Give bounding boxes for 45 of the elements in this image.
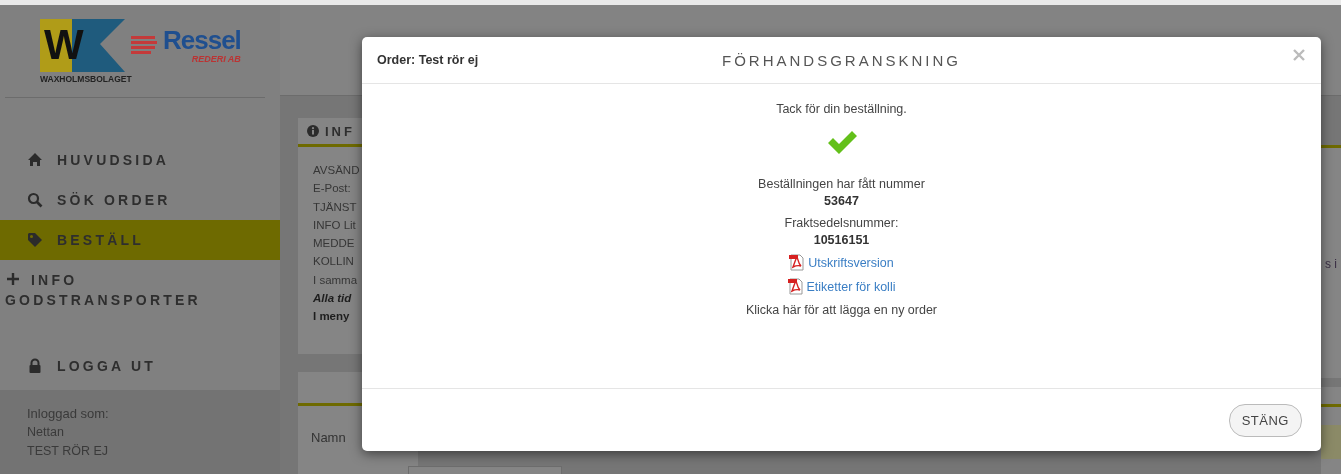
home-icon — [27, 152, 43, 168]
nav-item[interactable]: LOGGA UT — [0, 346, 280, 386]
pdf-link[interactable]: Utskriftsversion — [789, 254, 894, 271]
tag-icon — [27, 232, 43, 248]
user-name: Nettan — [27, 424, 65, 441]
company-name: TEST RÖR EJ — [27, 443, 110, 460]
info-line: TJÄNST — [313, 199, 358, 215]
pdf-icon — [789, 254, 806, 271]
info-line: INFO Lit — [313, 217, 357, 233]
logo-name: Ressel — [163, 26, 241, 54]
field-label: Namn — [310, 429, 347, 445]
order-number: 53647 — [824, 194, 859, 208]
nav-item[interactable]: BESTÄLL — [0, 220, 280, 260]
info-line: I meny — [313, 309, 351, 325]
search-icon — [27, 192, 43, 208]
dialog-title: FÖRHANDSGRANSKNING — [722, 51, 961, 69]
info-line: Alla tid — [313, 291, 353, 307]
info-line: E-Post: — [313, 181, 352, 197]
lock-icon — [27, 358, 43, 374]
info-icon — [307, 125, 319, 137]
pdf-icon — [787, 278, 804, 295]
info-line: I samma — [313, 272, 359, 288]
thanks-text: Tack för din beställning. — [776, 102, 907, 116]
close-icon[interactable] — [1293, 49, 1305, 61]
card-title: INF — [325, 123, 355, 139]
waybill-label: Fraktsedelsnummer: — [784, 216, 899, 230]
info-line: AVSÄND — [313, 163, 361, 178]
login-label: Inloggad som: — [27, 405, 110, 423]
logo-caption: WAXHOLMSBOLAGET — [40, 73, 133, 84]
nav-item[interactable]: INFO GODSTRANSPORTER — [0, 260, 280, 336]
stripes-icon — [131, 36, 157, 54]
order-title: Order: Test rör ej — [377, 53, 479, 67]
order-number-label: Beställningen har fått nummer — [758, 177, 925, 191]
input-field[interactable] — [1321, 425, 1341, 459]
nav-item[interactable]: SÖK ORDER — [0, 180, 280, 220]
plus-icon — [5, 271, 21, 287]
waybill-number: 10516151 — [813, 233, 870, 247]
logo-subtitle: REDERI AB — [191, 54, 241, 64]
close-button[interactable]: STÄNG — [1228, 403, 1302, 437]
pdf-link[interactable]: Etiketter för kolli — [787, 278, 896, 295]
new-order-text[interactable]: Klicka här för att lägga en ny order — [745, 303, 938, 317]
info-text: s i — [1325, 257, 1337, 271]
info-line: KOLLIN — [313, 254, 355, 270]
nav-item[interactable]: HUVUDSIDA — [0, 140, 280, 180]
info-line: MEDDE — [313, 236, 356, 252]
